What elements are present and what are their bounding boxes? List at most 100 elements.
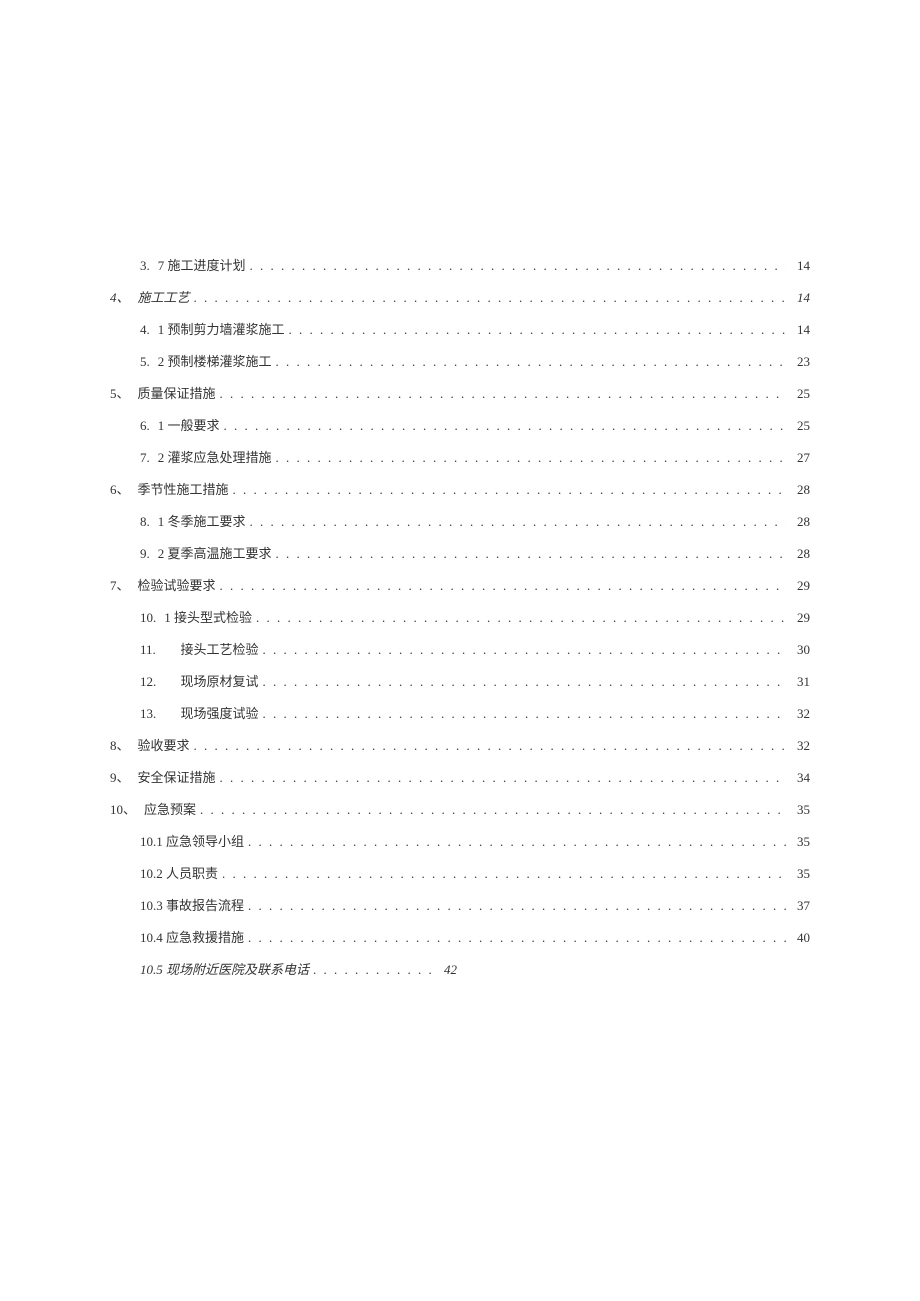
toc-entry: 7.2 灌浆应急处理措施27 bbox=[110, 447, 810, 466]
toc-entry-page: 32 bbox=[790, 706, 810, 722]
toc-entry-number: 9. bbox=[140, 546, 150, 562]
toc-entry-page: 25 bbox=[790, 386, 810, 402]
toc-entry: 7、检验试验要求 29 bbox=[110, 575, 810, 594]
toc-entry: 10.3 事故报告流程 37 bbox=[110, 895, 810, 914]
toc-entry-page: 30 bbox=[790, 642, 810, 658]
toc-leader-dots bbox=[256, 610, 786, 626]
toc-entry-page: 35 bbox=[790, 834, 810, 850]
toc-entry-page: 14 bbox=[790, 322, 810, 338]
toc-entry-label: 2 夏季高温施工要求 bbox=[158, 543, 272, 562]
toc-entry: 5、质量保证措施 25 bbox=[110, 383, 810, 402]
toc-entry-number: 8、 bbox=[110, 735, 130, 754]
toc-entry: 10.5 现场附近医院及联系电话42 bbox=[110, 959, 810, 978]
toc-leader-dots bbox=[224, 418, 786, 434]
toc-leader-dots bbox=[220, 386, 786, 402]
toc-leader-dots bbox=[263, 674, 786, 690]
toc-leader-dots bbox=[313, 962, 433, 978]
toc-entry-label: 质量保证措施 bbox=[138, 383, 216, 402]
toc-leader-dots bbox=[194, 290, 786, 306]
toc-entry: 5. 2 预制楼梯灌浆施工 23 bbox=[110, 351, 810, 370]
toc-entry-page: 25 bbox=[790, 418, 810, 434]
toc-entry: 4、施工工艺 14 bbox=[110, 287, 810, 306]
toc-entry: 10.2 人员职责 35 bbox=[110, 863, 810, 882]
toc-entry: 10、应急预案 35 bbox=[110, 799, 810, 818]
toc-entry-label: 7 施工进度计划 bbox=[158, 255, 246, 274]
toc-entry-number: 9、 bbox=[110, 767, 130, 786]
toc-leader-dots bbox=[276, 450, 786, 466]
toc-leader-dots bbox=[276, 354, 786, 370]
toc-leader-dots bbox=[233, 482, 786, 498]
toc-leader-dots bbox=[222, 866, 786, 882]
toc-entry-label: 10.2 人员职责 bbox=[140, 863, 218, 882]
toc-entry-number: 11. bbox=[140, 642, 166, 658]
toc-entry-number: 8. bbox=[140, 514, 150, 530]
toc-leader-dots bbox=[263, 706, 786, 722]
toc-entry: 10.4 应急救援措施 40 bbox=[110, 927, 810, 946]
toc-leader-dots bbox=[276, 546, 786, 562]
toc-entry-label: 10.1 应急领导小组 bbox=[140, 831, 244, 850]
toc-entry-label: 2 预制楼梯灌浆施工 bbox=[158, 351, 272, 370]
toc-entry-label: 检验试验要求 bbox=[138, 575, 216, 594]
toc-entry-page: 32 bbox=[790, 738, 810, 754]
toc-entry-page: 14 bbox=[790, 290, 810, 306]
toc-leader-dots bbox=[250, 514, 786, 530]
toc-entry: 10.1 应急领导小组 35 bbox=[110, 831, 810, 850]
toc-leader-dots bbox=[248, 834, 786, 850]
toc-entry-label: 10.4 应急救援措施 bbox=[140, 927, 244, 946]
toc-entry: 8、验收要求 32 bbox=[110, 735, 810, 754]
toc-entry-number: 5. bbox=[140, 354, 150, 370]
toc-leader-dots bbox=[194, 738, 786, 754]
toc-entry-page: 31 bbox=[790, 674, 810, 690]
toc-entry-number: 10. bbox=[140, 610, 156, 626]
toc-entry: 10.1 接头型式检验29 bbox=[110, 607, 810, 626]
toc-entry-label: 应急预案 bbox=[144, 799, 196, 818]
toc-entry-page: 42 bbox=[437, 962, 457, 978]
toc-entry-page: 40 bbox=[790, 930, 810, 946]
toc-entry: 11. 接头工艺检验 30 bbox=[110, 639, 810, 658]
toc-entry: 4.1 预制剪力墙灌浆施工14 bbox=[110, 319, 810, 338]
toc-entry: 6. 1 一般要求 25 bbox=[110, 415, 810, 434]
toc-entry: 13. 现场强度试验32 bbox=[110, 703, 810, 722]
toc-entry: 3.7 施工进度计划14 bbox=[110, 255, 810, 274]
toc-entry: 9、安全保证措施34 bbox=[110, 767, 810, 786]
toc-leader-dots bbox=[220, 578, 786, 594]
toc-entry: 12. 现场原材复试 31 bbox=[110, 671, 810, 690]
toc-entry-page: 28 bbox=[790, 546, 810, 562]
toc-entry-number: 5、 bbox=[110, 383, 130, 402]
toc-entry-page: 34 bbox=[790, 770, 810, 786]
toc-entry-label: 施工工艺 bbox=[138, 287, 190, 306]
toc-entry-number: 7、 bbox=[110, 575, 130, 594]
toc-entry-number: 4、 bbox=[110, 287, 130, 306]
toc-entry-number: 6、 bbox=[110, 479, 130, 498]
table-of-contents: 3.7 施工进度计划144、施工工艺144.1 预制剪力墙灌浆施工145.2 预… bbox=[110, 255, 810, 978]
toc-entry-page: 28 bbox=[790, 514, 810, 530]
toc-entry-page: 23 bbox=[790, 354, 810, 370]
toc-entry-label: 现场原材复试 bbox=[181, 671, 259, 690]
toc-leader-dots bbox=[200, 802, 786, 818]
toc-entry: 8. 1 冬季施工要求 28 bbox=[110, 511, 810, 530]
toc-entry-label: 1 一般要求 bbox=[158, 415, 220, 434]
toc-entry-number: 6. bbox=[140, 418, 150, 434]
toc-entry-page: 35 bbox=[790, 802, 810, 818]
toc-entry-label: 现场强度试验 bbox=[181, 703, 259, 722]
toc-leader-dots bbox=[289, 322, 786, 338]
toc-entry-label: 1 冬季施工要求 bbox=[158, 511, 246, 530]
toc-entry-page: 37 bbox=[790, 898, 810, 914]
toc-entry-page: 35 bbox=[790, 866, 810, 882]
toc-entry-number: 10、 bbox=[110, 799, 136, 818]
toc-leader-dots bbox=[263, 642, 786, 658]
toc-leader-dots bbox=[248, 930, 786, 946]
toc-entry-label: 验收要求 bbox=[138, 735, 190, 754]
toc-entry-number: 12. bbox=[140, 674, 166, 690]
toc-entry-label: 季节性施工措施 bbox=[138, 479, 229, 498]
toc-leader-dots bbox=[220, 770, 786, 786]
toc-entry-page: 27 bbox=[790, 450, 810, 466]
toc-entry-label: 10.3 事故报告流程 bbox=[140, 895, 244, 914]
toc-entry-page: 29 bbox=[790, 578, 810, 594]
toc-leader-dots bbox=[248, 898, 786, 914]
toc-entry-number: 7. bbox=[140, 450, 150, 466]
toc-entry-label: 接头工艺检验 bbox=[181, 639, 259, 658]
toc-entry-page: 14 bbox=[790, 258, 810, 274]
toc-entry-label: 1 接头型式检验 bbox=[164, 607, 252, 626]
toc-entry: 6、季节性施工措施28 bbox=[110, 479, 810, 498]
